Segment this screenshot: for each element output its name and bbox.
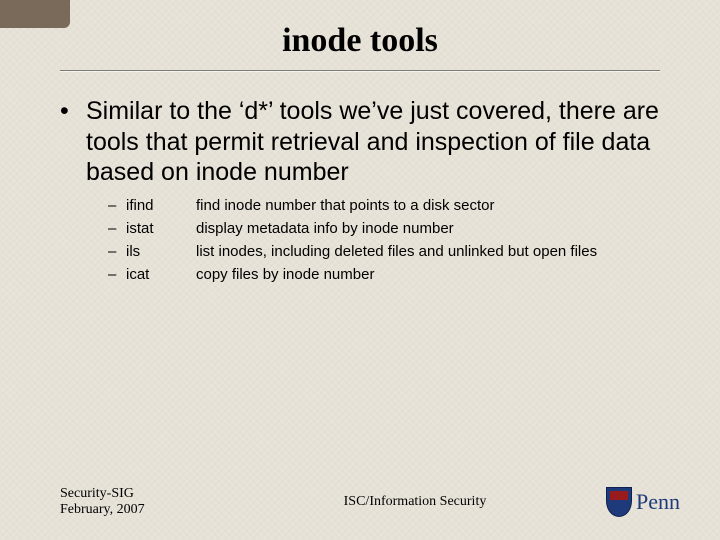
title-divider bbox=[60, 70, 660, 72]
tool-name: icat bbox=[126, 263, 196, 286]
dash-marker: – bbox=[108, 217, 126, 240]
bullet-text: Similar to the ‘d*’ tools we’ve just cov… bbox=[86, 96, 660, 188]
tool-name: istat bbox=[126, 217, 196, 240]
bullet-marker: • bbox=[60, 96, 86, 188]
tool-name: ifind bbox=[126, 194, 196, 217]
footer-date: February, 2007 bbox=[60, 502, 260, 518]
tool-desc: list inodes, including deleted files and… bbox=[196, 240, 660, 263]
list-item: – ils list inodes, including deleted fil… bbox=[108, 240, 660, 263]
list-item: – icat copy files by inode number bbox=[108, 263, 660, 286]
list-item: – istat display metadata info by inode n… bbox=[108, 217, 660, 240]
dash-marker: – bbox=[108, 240, 126, 263]
slide-footer: Security-SIG February, 2007 ISC/Informat… bbox=[0, 486, 720, 518]
main-bullet: • Similar to the ‘d*’ tools we’ve just c… bbox=[60, 96, 660, 188]
footer-left: Security-SIG February, 2007 bbox=[60, 486, 260, 518]
penn-logo-text: Penn bbox=[636, 489, 680, 515]
dash-marker: – bbox=[108, 263, 126, 286]
tool-desc: copy files by inode number bbox=[196, 263, 660, 286]
penn-logo: Penn bbox=[606, 487, 680, 517]
corner-tab bbox=[0, 0, 70, 28]
footer-org: Security-SIG bbox=[60, 486, 260, 502]
tool-desc: display metadata info by inode number bbox=[196, 217, 660, 240]
footer-center: ISC/Information Security bbox=[260, 494, 570, 510]
tool-name: ils bbox=[126, 240, 196, 263]
dash-marker: – bbox=[108, 194, 126, 217]
slide-title: inode tools bbox=[0, 0, 720, 70]
tool-desc: find inode number that points to a disk … bbox=[196, 194, 660, 217]
tool-list: – ifind find inode number that points to… bbox=[108, 194, 660, 287]
footer-right: Penn bbox=[570, 487, 680, 517]
list-item: – ifind find inode number that points to… bbox=[108, 194, 660, 217]
shield-icon bbox=[606, 487, 632, 517]
slide-content: • Similar to the ‘d*’ tools we’ve just c… bbox=[0, 96, 720, 287]
